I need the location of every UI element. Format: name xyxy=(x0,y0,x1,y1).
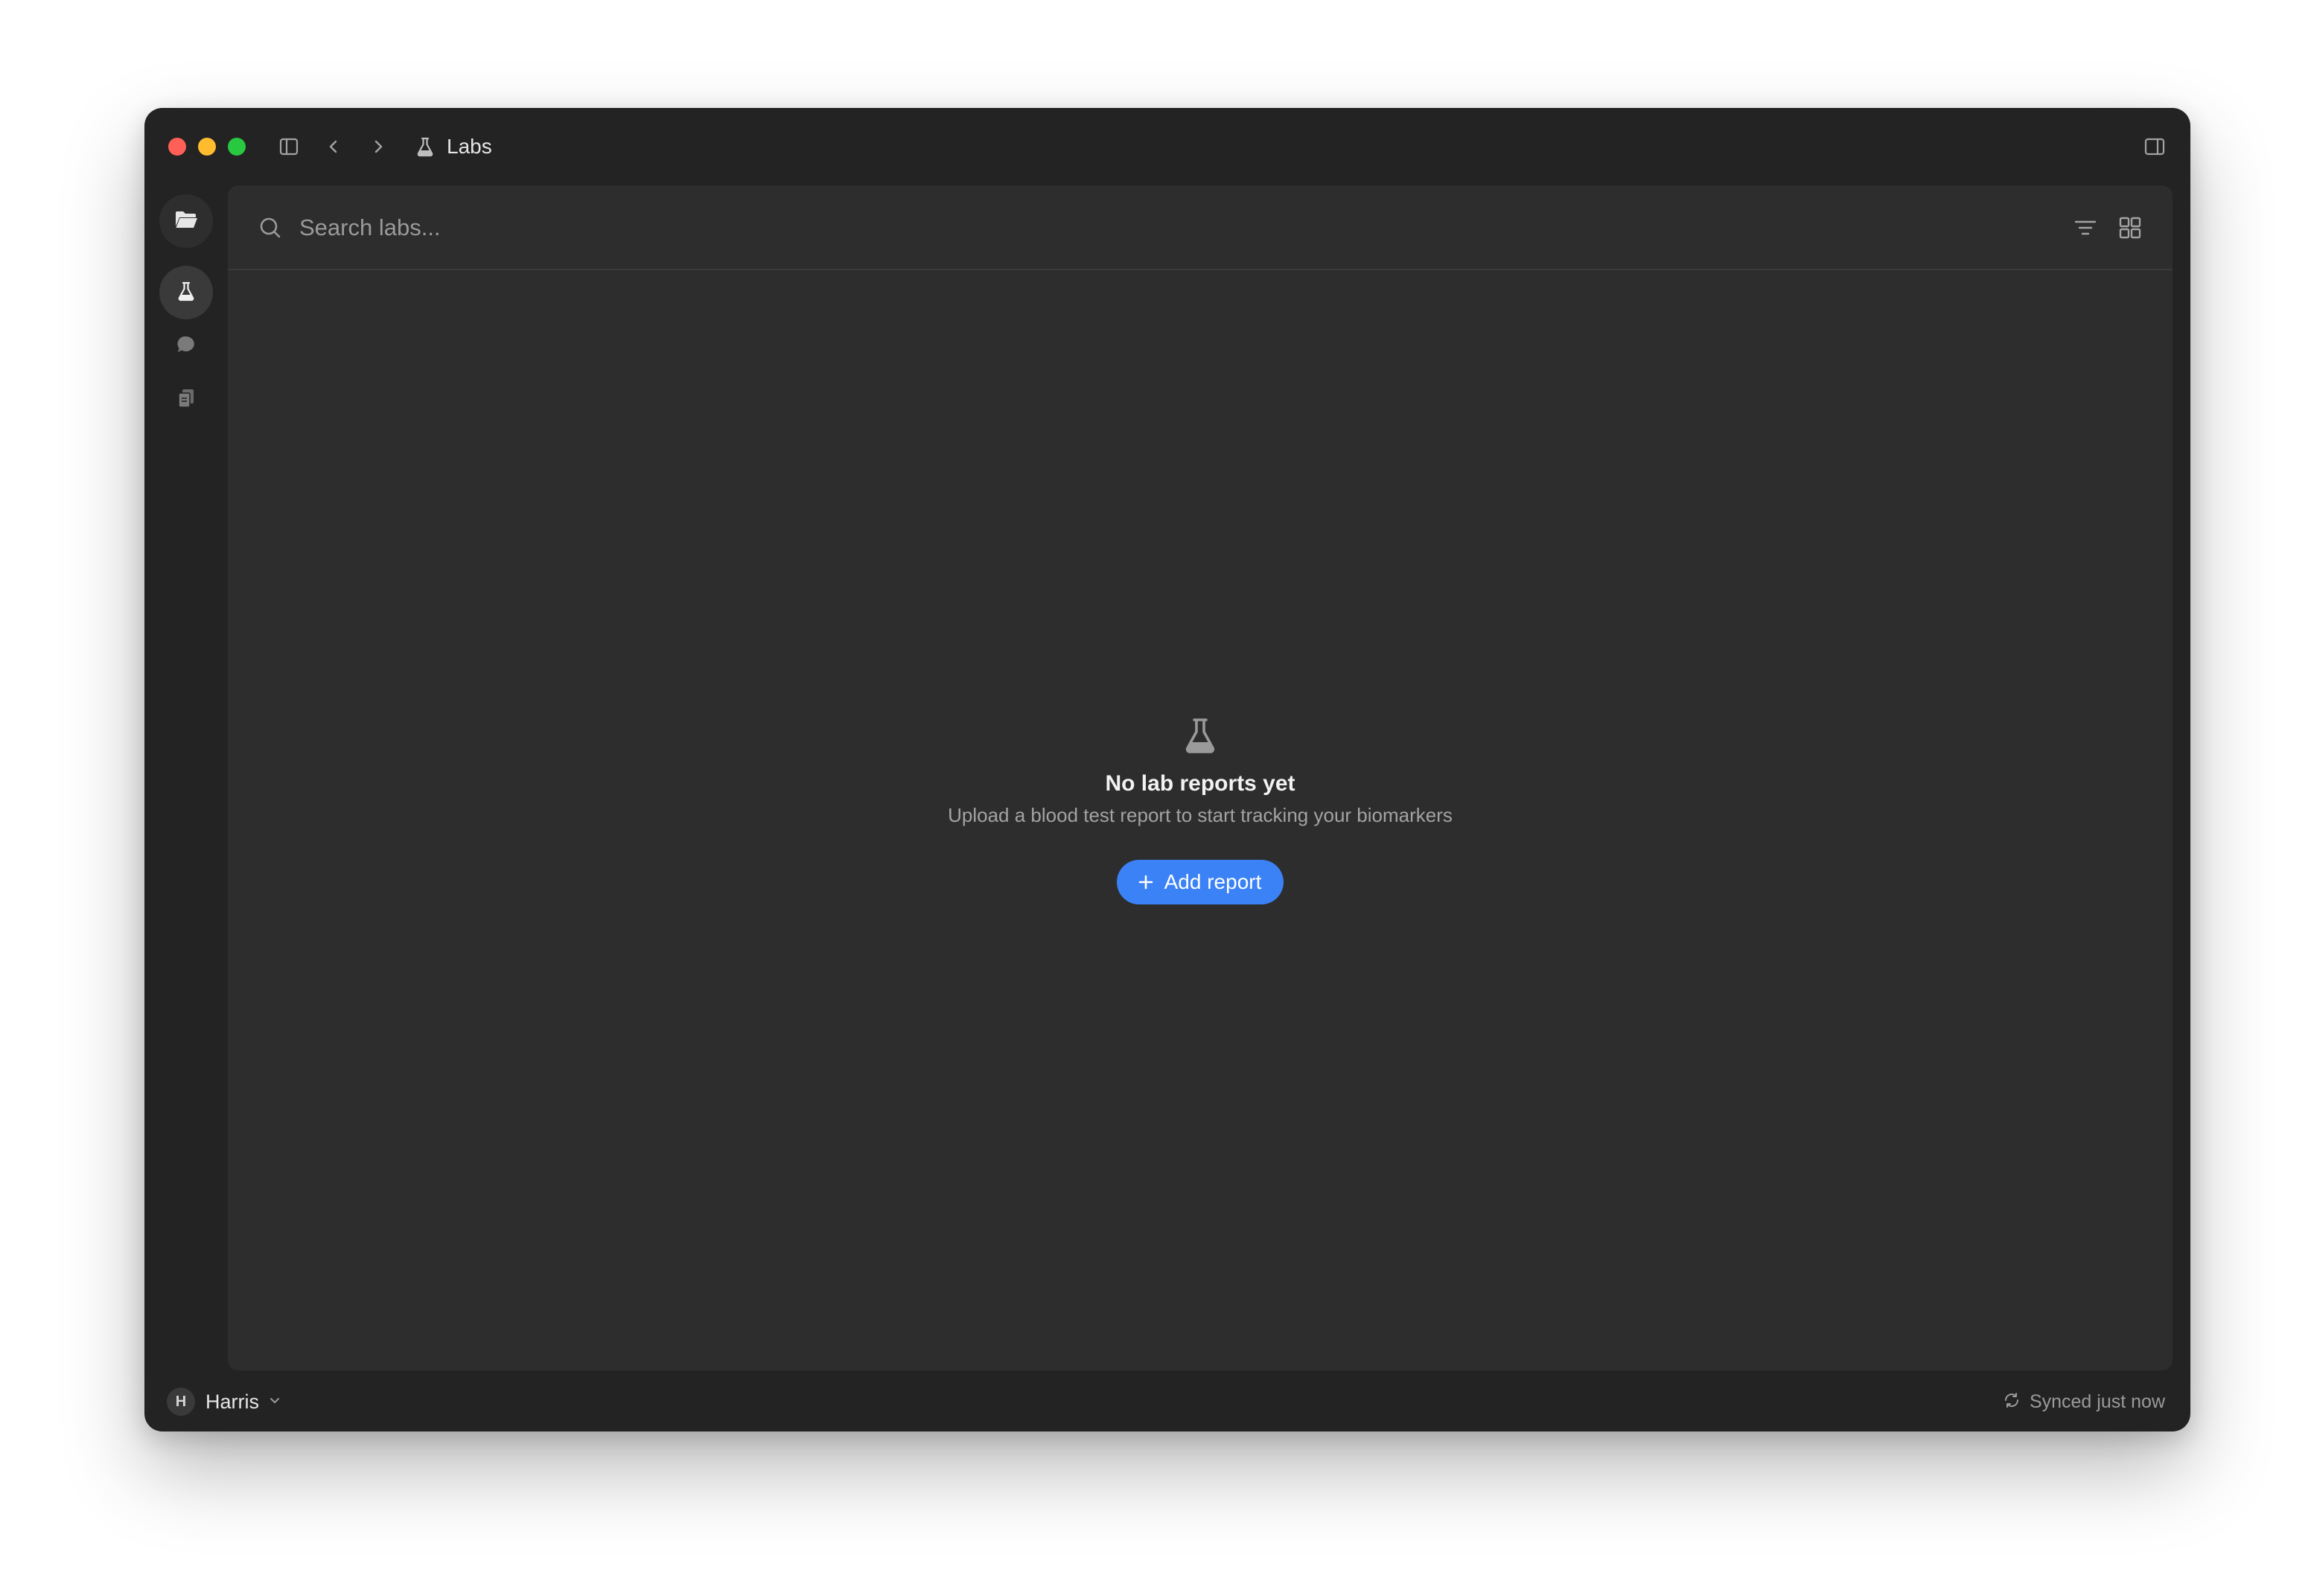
close-window-button[interactable] xyxy=(168,138,186,156)
right-panel-icon[interactable] xyxy=(2143,135,2167,159)
add-report-button[interactable]: Add report xyxy=(1116,860,1284,904)
documents-icon xyxy=(176,387,197,413)
sidebar-item-chat[interactable] xyxy=(159,319,213,373)
sidebar-item-documents[interactable] xyxy=(159,373,213,427)
app-window: Labs Search labs... No lab reports yet U… xyxy=(144,108,2190,1431)
search-input[interactable] xyxy=(299,208,1788,248)
add-report-label: Add report xyxy=(1164,870,1262,893)
minimize-window-button[interactable] xyxy=(198,138,216,156)
empty-state-title: No lab reports yet xyxy=(1105,771,1295,796)
grid-view-icon[interactable] xyxy=(2117,215,2143,240)
title-bar: Labs xyxy=(144,108,2190,185)
breadcrumb: Labs xyxy=(414,132,492,162)
filter-icon[interactable] xyxy=(2073,215,2098,240)
search-bar xyxy=(228,185,2173,270)
empty-state: No lab reports yet Upload a blood test r… xyxy=(228,715,2173,904)
sidebar-item-labs[interactable] xyxy=(159,266,213,319)
flask-icon xyxy=(175,280,197,306)
chevron-right-icon[interactable] xyxy=(366,135,390,159)
sync-icon xyxy=(2003,1391,2021,1413)
folder-icon xyxy=(173,208,199,234)
sync-status: Synced just now xyxy=(2003,1387,2165,1417)
main-panel: No lab reports yet Upload a blood test r… xyxy=(228,185,2173,1370)
flask-icon xyxy=(414,135,436,158)
plus-icon xyxy=(1138,874,1154,890)
flask-icon xyxy=(228,715,2173,756)
user-menu[interactable]: H Harris xyxy=(167,1387,281,1417)
avatar: H xyxy=(167,1388,195,1416)
page-title: Labs xyxy=(447,135,492,158)
empty-state-subtitle: Upload a blood test report to start trac… xyxy=(948,804,1453,826)
user-name: Harris xyxy=(205,1390,259,1413)
maximize-window-button[interactable] xyxy=(228,138,246,156)
sidebar-toggle-icon[interactable] xyxy=(277,135,301,159)
chat-bubble-icon xyxy=(176,334,197,359)
folder-button[interactable] xyxy=(159,194,213,248)
chevron-left-icon[interactable] xyxy=(322,135,345,159)
sync-status-text: Synced just now xyxy=(2029,1391,2165,1412)
chevron-down-icon xyxy=(268,1394,281,1411)
search-icon xyxy=(258,215,283,240)
